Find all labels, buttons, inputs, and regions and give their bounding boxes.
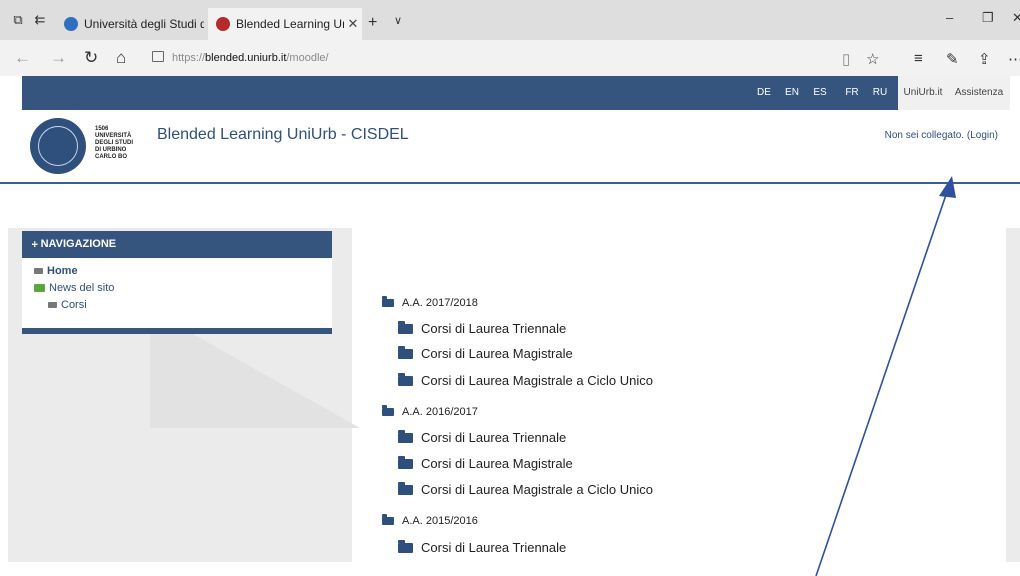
annotation-arrow (815, 176, 956, 576)
